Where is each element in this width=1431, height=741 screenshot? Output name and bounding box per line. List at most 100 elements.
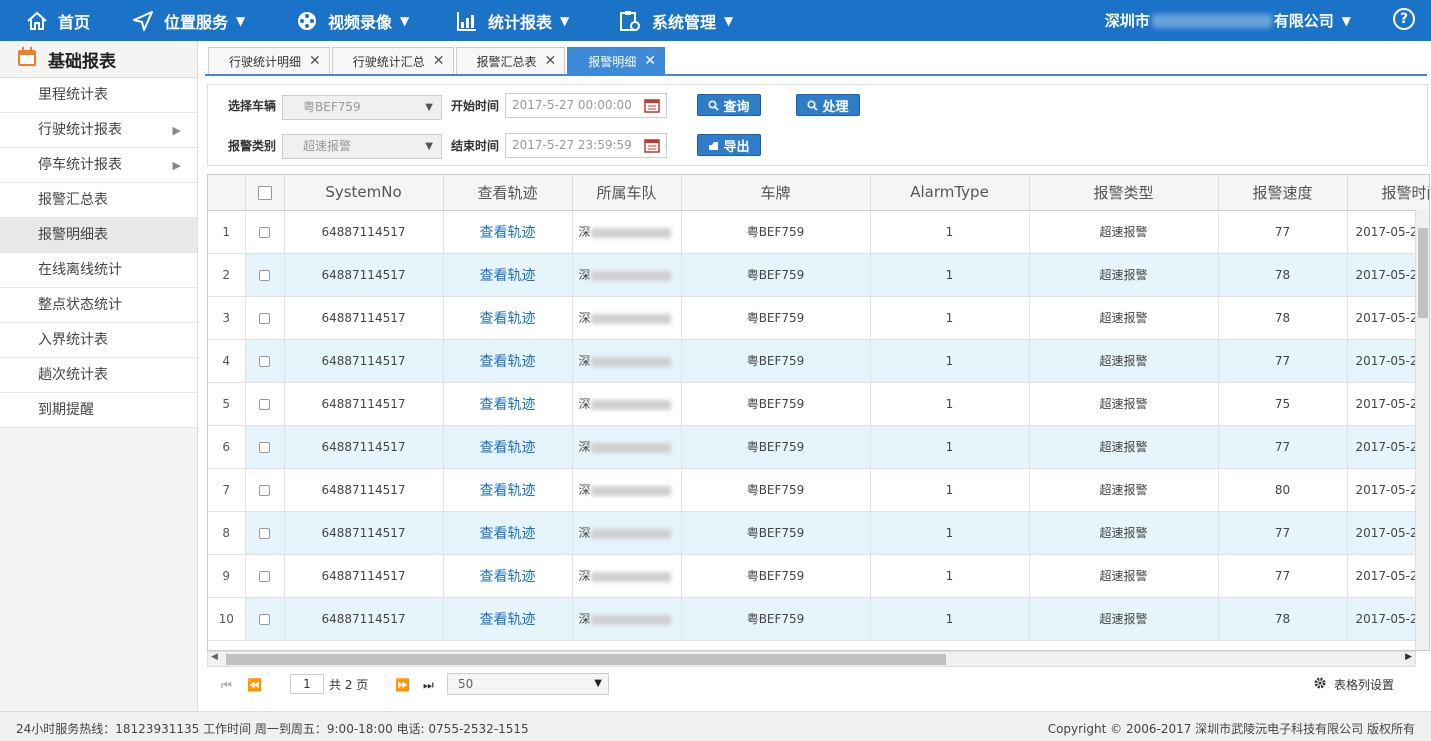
nav-home[interactable]: 首页: [26, 0, 90, 41]
row-select[interactable]: [245, 511, 285, 555]
view-track-link[interactable]: 查看轨迹: [443, 253, 573, 297]
view-track-link[interactable]: 查看轨迹: [443, 296, 573, 340]
checkbox-icon[interactable]: [259, 613, 270, 625]
close-icon[interactable]: ✕: [644, 53, 656, 69]
checkbox-icon[interactable]: [259, 527, 270, 539]
header-alarm-speed[interactable]: 报警速度: [1218, 175, 1348, 211]
vertical-scroll-thumb[interactable]: [1418, 228, 1428, 318]
view-track-link[interactable]: 查看轨迹: [443, 597, 573, 641]
view-track-link[interactable]: 查看轨迹: [443, 339, 573, 383]
help-icon[interactable]: ?: [1393, 8, 1415, 30]
table-row[interactable]: 6 64887114517 查看轨迹深粤BEF759 1 超速报警 77 2017-05-2…: [208, 425, 1429, 469]
header-team[interactable]: 所属车队: [572, 175, 682, 211]
checkbox-icon[interactable]: [259, 269, 270, 281]
row-select[interactable]: [245, 597, 285, 641]
table-row[interactable]: 7 64887114517 查看轨迹深粤BEF759 1 超速报警 80 2017-05-2…: [208, 468, 1429, 512]
view-track-link[interactable]: 查看轨迹: [443, 511, 573, 555]
table-row[interactable]: 8 64887114517 查看轨迹深粤BEF759 1 超速报警 77 2017-05-2…: [208, 511, 1429, 555]
header-systemno[interactable]: SystemNo: [284, 175, 444, 211]
header-alarm-time[interactable]: 报警时间: [1347, 175, 1429, 211]
nav-reports[interactable]: 统计报表 ▼: [456, 0, 569, 41]
table-row[interactable]: 3 64887114517 查看轨迹深粤BEF759 1 超速报警 78 2017-05-2…: [208, 296, 1429, 340]
checkbox-icon[interactable]: [259, 570, 270, 582]
calendar-icon[interactable]: [644, 138, 660, 161]
calendar-icon[interactable]: [644, 98, 660, 121]
view-track-link[interactable]: 查看轨迹: [443, 468, 573, 512]
row-select[interactable]: [245, 468, 285, 512]
vertical-scrollbar[interactable]: [1415, 210, 1429, 650]
row-select[interactable]: [245, 296, 285, 340]
table-row[interactable]: 9 64887114517 查看轨迹深粤BEF759 1 超速报警 77 2017-05-2…: [208, 554, 1429, 598]
first-page-icon[interactable]: ⏮: [221, 678, 232, 693]
table-row[interactable]: 4 64887114517 查看轨迹深粤BEF759 1 超速报警 77 2017-05-2…: [208, 339, 1429, 383]
checkbox-icon[interactable]: [259, 355, 270, 367]
header-select-all[interactable]: [245, 175, 285, 211]
prev-page-icon[interactable]: ⏪: [247, 678, 262, 692]
checkbox-icon[interactable]: [259, 484, 270, 496]
row-select[interactable]: [245, 339, 285, 383]
sidebar-item-driving[interactable]: 行驶统计报表 ▶: [0, 113, 197, 148]
checkbox-icon[interactable]: [259, 226, 270, 238]
sidebar-item-mileage[interactable]: 里程统计表: [0, 78, 197, 113]
company-menu[interactable]: 深圳市 有限公司 ▼: [1105, 0, 1351, 41]
alarm-type-select[interactable]: 超速报警 ▼: [282, 134, 442, 159]
sidebar-item-geofence[interactable]: 入界统计表: [0, 323, 197, 358]
sidebar-item-expiry[interactable]: 到期提醒: [0, 393, 197, 428]
tab-driving-summary[interactable]: 行驶统计汇总 ✕: [331, 47, 454, 74]
cell-alarm-kind: 超速报警: [1029, 425, 1219, 469]
header-alarm-kind[interactable]: 报警类型: [1029, 175, 1219, 211]
tab-alarm-detail[interactable]: 报警明细 ✕: [567, 47, 665, 74]
next-page-icon[interactable]: ⏩: [395, 678, 410, 692]
close-icon[interactable]: ✕: [433, 53, 445, 69]
column-settings-button[interactable]: 表格列设置: [1314, 676, 1394, 693]
handle-button[interactable]: 处理: [796, 94, 860, 116]
view-track-link[interactable]: 查看轨迹: [443, 382, 573, 426]
sidebar-item-label: 到期提醒: [38, 402, 94, 418]
cell-systemno: 64887114517: [284, 339, 444, 383]
sidebar-item-trips[interactable]: 趟次统计表: [0, 358, 197, 393]
page-size-select[interactable]: 50 ▼: [447, 673, 609, 695]
checkbox-icon[interactable]: [257, 185, 272, 200]
table-row[interactable]: 5 64887114517 查看轨迹深粤BEF759 1 超速报警 75 2017-05-2…: [208, 382, 1429, 426]
view-track-link[interactable]: 查看轨迹: [443, 554, 573, 598]
scroll-left-arrow-icon[interactable]: ◀: [211, 652, 218, 662]
table-row[interactable]: 2 64887114517 查看轨迹深粤BEF759 1 超速报警 78 2017-05-2…: [208, 253, 1429, 297]
tab-alarm-summary[interactable]: 报警汇总表 ✕: [455, 47, 566, 74]
close-icon[interactable]: ✕: [309, 53, 321, 69]
view-track-link[interactable]: 查看轨迹: [443, 210, 573, 254]
horizontal-scrollbar[interactable]: ◀ ▶: [207, 651, 1416, 667]
vehicle-select[interactable]: 粤BEF759 ▼: [282, 95, 442, 120]
row-select[interactable]: [245, 425, 285, 469]
checkbox-icon[interactable]: [259, 398, 270, 410]
start-time-input[interactable]: 2017-5-27 00:00:00: [505, 93, 667, 118]
checkbox-icon[interactable]: [259, 312, 270, 324]
row-select[interactable]: [245, 210, 285, 254]
close-icon[interactable]: ✕: [545, 53, 557, 69]
sidebar-item-online-offline[interactable]: 在线离线统计: [0, 253, 197, 288]
row-select[interactable]: [245, 554, 285, 598]
sidebar-item-alarm-detail[interactable]: 报警明细表: [0, 218, 197, 253]
scroll-right-arrow-icon[interactable]: ▶: [1405, 652, 1412, 662]
end-time-input[interactable]: 2017-5-27 23:59:59: [505, 133, 667, 158]
nav-video[interactable]: 视频录像 ▼: [296, 0, 409, 41]
page-number-input[interactable]: 1: [290, 674, 324, 694]
row-select[interactable]: [245, 382, 285, 426]
horizontal-scroll-thumb[interactable]: [226, 654, 946, 665]
last-page-icon[interactable]: ⏭: [423, 678, 434, 693]
query-button[interactable]: 查询: [697, 94, 761, 116]
header-track[interactable]: 查看轨迹: [443, 175, 573, 211]
nav-system[interactable]: 系统管理 ▼: [618, 0, 733, 41]
checkbox-icon[interactable]: [259, 441, 270, 453]
table-row[interactable]: 10 64887114517 查看轨迹深粤BEF759 1 超速报警 78 2017-05-…: [208, 597, 1429, 641]
header-plate[interactable]: 车牌: [681, 175, 871, 211]
view-track-link[interactable]: 查看轨迹: [443, 425, 573, 469]
table-row[interactable]: 1 64887114517 查看轨迹深粤BEF759 1 超速报警 77 2017-05-2…: [208, 210, 1429, 254]
row-select[interactable]: [245, 253, 285, 297]
nav-location[interactable]: 位置服务 ▼: [132, 0, 245, 41]
sidebar-item-hourly-status[interactable]: 整点状态统计: [0, 288, 197, 323]
header-alarmtype[interactable]: AlarmType: [870, 175, 1030, 211]
tab-driving-detail[interactable]: 行驶统计明细 ✕: [208, 47, 330, 74]
sidebar-item-alarm-summary[interactable]: 报警汇总表: [0, 183, 197, 218]
export-button[interactable]: 导出: [697, 134, 761, 156]
sidebar-item-parking[interactable]: 停车统计报表 ▶: [0, 148, 197, 183]
